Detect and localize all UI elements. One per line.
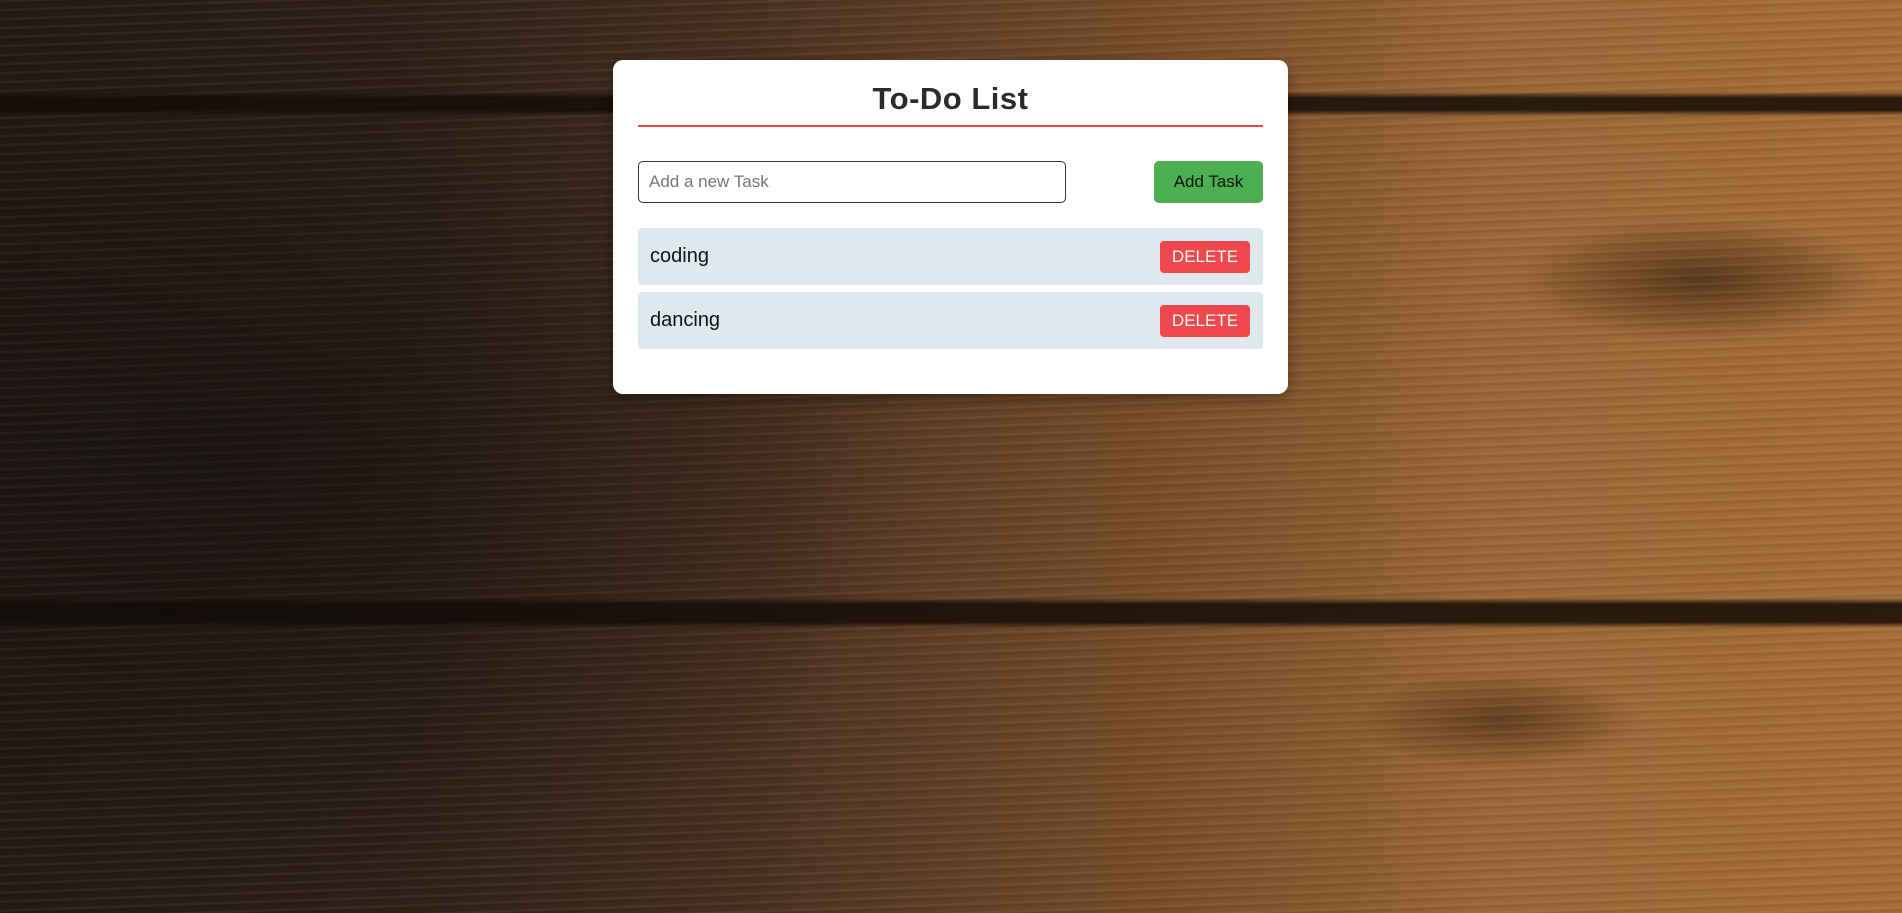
task-text: dancing bbox=[650, 309, 721, 331]
delete-task-button[interactable]: DELETE bbox=[1160, 241, 1250, 273]
task-text: coding bbox=[650, 245, 709, 267]
task-item: coding DELETE bbox=[638, 228, 1263, 285]
page-title: To-Do List bbox=[872, 81, 1029, 116]
add-task-button[interactable]: Add Task bbox=[1154, 161, 1263, 203]
title-underline bbox=[638, 125, 1263, 127]
task-list: coding DELETE dancing DELETE bbox=[638, 228, 1263, 356]
delete-task-button[interactable]: DELETE bbox=[1160, 305, 1250, 337]
new-task-input[interactable] bbox=[638, 161, 1066, 203]
todo-card: To-Do List Add Task coding DELETE dancin… bbox=[613, 60, 1288, 394]
task-item: dancing DELETE bbox=[638, 292, 1263, 349]
